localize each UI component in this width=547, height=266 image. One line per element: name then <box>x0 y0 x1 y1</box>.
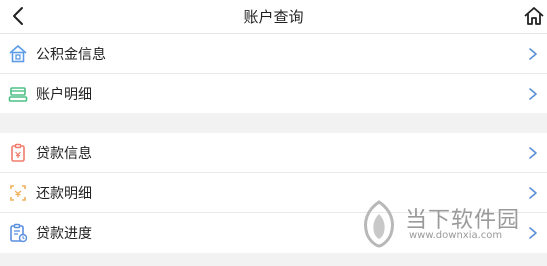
chevron-right-icon <box>529 88 537 100</box>
navigation-bar: 账户查询 <box>0 0 547 34</box>
chevron-right-icon <box>529 147 537 159</box>
chevron-right-icon <box>529 227 537 239</box>
watermark-url: www.downxia.com <box>409 230 503 241</box>
house-icon <box>9 45 27 63</box>
list-item-account-details[interactable]: 账户明细 <box>0 74 547 113</box>
list-item-label: 账户明细 <box>36 87 92 103</box>
loan-info-icon <box>11 143 25 162</box>
list-item-label: 贷款信息 <box>36 146 92 162</box>
watermark: 当下软件园 www.downxia.com <box>357 196 527 252</box>
chevron-right-icon <box>529 187 537 199</box>
home-icon[interactable] <box>523 5 545 27</box>
list-item-label: 贷款进度 <box>36 226 92 242</box>
page-title: 账户查询 <box>243 8 304 26</box>
account-group: 公积金信息 账户明细 <box>0 34 547 113</box>
card-icon <box>8 87 28 102</box>
list-item-loan-info[interactable]: 贷款信息 <box>0 133 547 173</box>
list-item-provident-fund-info[interactable]: 公积金信息 <box>0 34 547 74</box>
list-item-label: 公积金信息 <box>36 47 106 63</box>
repayment-icon <box>10 185 26 201</box>
list-item-label: 还款明细 <box>36 186 92 202</box>
chevron-right-icon <box>529 48 537 60</box>
watermark-logo-icon <box>364 200 394 248</box>
clipboard-progress-icon <box>10 223 28 243</box>
